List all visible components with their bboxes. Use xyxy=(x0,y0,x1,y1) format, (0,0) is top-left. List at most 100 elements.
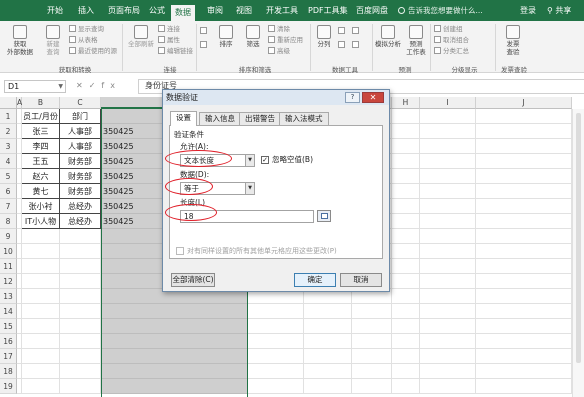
grid-cell[interactable] xyxy=(392,274,420,289)
forecast-sheet-button[interactable]: 预测 工作表 xyxy=(404,25,428,56)
grid-cell[interactable] xyxy=(392,304,420,319)
grid-cell[interactable] xyxy=(101,334,248,349)
grid-cell[interactable] xyxy=(101,304,248,319)
department-cell[interactable]: 总经办 xyxy=(60,214,101,229)
grid-cell[interactable] xyxy=(420,349,476,364)
grid-cell[interactable] xyxy=(304,349,352,364)
tab-view[interactable]: 视图 xyxy=(232,4,256,18)
select-all-corner[interactable] xyxy=(0,97,17,109)
grid-cell[interactable] xyxy=(392,289,420,304)
employee-name-cell[interactable]: 王五 xyxy=(22,154,60,169)
tab-ime-mode[interactable]: 输入法模式 xyxy=(279,112,329,125)
grid-cell[interactable] xyxy=(392,349,420,364)
row-header[interactable]: 10 xyxy=(0,244,17,259)
vertical-scrollbar[interactable] xyxy=(572,109,584,397)
data-operator-select[interactable]: 等于 ▼ xyxy=(180,182,255,195)
grid-cell[interactable] xyxy=(420,379,476,394)
show-queries-button[interactable]: 显示查询 xyxy=(69,25,104,34)
grid-cell[interactable] xyxy=(476,274,572,289)
name-box[interactable]: D1 ▼ xyxy=(4,80,66,93)
department-cell[interactable]: 财务部 xyxy=(60,154,101,169)
grid-cell[interactable] xyxy=(22,379,60,394)
grid-cell[interactable] xyxy=(420,154,476,169)
advanced-filter-button[interactable]: 高级 xyxy=(268,47,290,56)
tab-pdf-tools[interactable]: PDF工具集 xyxy=(304,4,352,18)
grid-cell[interactable] xyxy=(420,184,476,199)
grid-cell[interactable] xyxy=(392,199,420,214)
grid-cell[interactable] xyxy=(60,319,101,334)
help-button[interactable]: ? xyxy=(345,92,360,103)
grid-cell[interactable] xyxy=(476,184,572,199)
tab-home[interactable]: 开始 xyxy=(43,4,67,18)
employee-name-cell[interactable]: 李四 xyxy=(22,139,60,154)
grid-cell[interactable] xyxy=(392,334,420,349)
header-cell[interactable]: 员工/月份 xyxy=(22,109,60,124)
grid-cell[interactable] xyxy=(420,319,476,334)
row-header[interactable]: 4 xyxy=(0,154,17,169)
row-header[interactable]: 19 xyxy=(0,379,17,394)
grid-cell[interactable] xyxy=(392,319,420,334)
grid-cell[interactable] xyxy=(22,349,60,364)
grid-cell[interactable] xyxy=(22,259,60,274)
grid-cell[interactable] xyxy=(60,349,101,364)
department-cell[interactable]: 人事部 xyxy=(60,139,101,154)
grid-cell[interactable] xyxy=(476,199,572,214)
edit-links-button[interactable]: 编辑链接 xyxy=(158,47,193,56)
grid-cell[interactable] xyxy=(420,259,476,274)
grid-cell[interactable] xyxy=(476,109,572,124)
consolidate-button[interactable] xyxy=(352,41,361,50)
row-header[interactable]: 18 xyxy=(0,364,17,379)
grid-cell[interactable] xyxy=(60,364,101,379)
row-header[interactable]: 2 xyxy=(0,124,17,139)
grid-cell[interactable] xyxy=(60,304,101,319)
grid-cell[interactable] xyxy=(392,244,420,259)
row-header[interactable]: 7 xyxy=(0,199,17,214)
grid-cell[interactable] xyxy=(352,379,392,394)
grid-cell[interactable] xyxy=(420,229,476,244)
column-header-b[interactable]: B xyxy=(22,97,60,109)
flash-fill-button[interactable] xyxy=(338,27,347,36)
tab-settings[interactable]: 设置 xyxy=(170,111,197,126)
grid-cell[interactable] xyxy=(420,364,476,379)
row-header[interactable]: 1 xyxy=(0,109,17,124)
range-select-button[interactable] xyxy=(317,210,331,222)
grid-cell[interactable] xyxy=(22,289,60,304)
grid-cell[interactable] xyxy=(248,364,304,379)
row-header[interactable]: 9 xyxy=(0,229,17,244)
grid-cell[interactable] xyxy=(476,139,572,154)
grid-cell[interactable] xyxy=(60,229,101,244)
grid-cell[interactable] xyxy=(420,274,476,289)
grid-cell[interactable] xyxy=(476,319,572,334)
grid-cell[interactable] xyxy=(476,304,572,319)
column-header-h[interactable]: H xyxy=(392,97,420,109)
row-header[interactable]: 14 xyxy=(0,304,17,319)
grid-cell[interactable] xyxy=(101,364,248,379)
grid-cell[interactable] xyxy=(420,214,476,229)
grid-cell[interactable] xyxy=(60,244,101,259)
grid-cell[interactable] xyxy=(101,379,248,394)
row-header[interactable]: 8 xyxy=(0,214,17,229)
get-external-data-button[interactable]: 获取 外部数据 xyxy=(5,25,35,56)
grid-cell[interactable] xyxy=(420,304,476,319)
employee-name-cell[interactable]: IT小人物 xyxy=(22,214,60,229)
group-rows-button[interactable]: 创建组 xyxy=(434,25,463,34)
grid-cell[interactable] xyxy=(22,319,60,334)
grid-cell[interactable] xyxy=(352,349,392,364)
grid-cell[interactable] xyxy=(22,304,60,319)
grid-cell[interactable] xyxy=(22,364,60,379)
login-link[interactable]: 登录 xyxy=(520,5,536,17)
remove-duplicates-button[interactable] xyxy=(338,41,347,50)
clear-all-button[interactable]: 全部清除(C) xyxy=(171,273,215,287)
fx-icon[interactable]: fx xyxy=(101,81,121,90)
grid-cell[interactable] xyxy=(304,379,352,394)
employee-name-cell[interactable]: 黄七 xyxy=(22,184,60,199)
grid-cell[interactable] xyxy=(392,139,420,154)
tab-data[interactable]: 数据 xyxy=(171,5,195,21)
tab-page-layout[interactable]: 页面布局 xyxy=(104,4,144,18)
reapply-button[interactable]: 重新应用 xyxy=(268,36,303,45)
enter-icon[interactable]: ✓ xyxy=(89,81,102,90)
grid-cell[interactable] xyxy=(420,289,476,304)
tab-baidu-netdisk[interactable]: 百度网盘 xyxy=(352,4,392,18)
grid-cell[interactable] xyxy=(248,379,304,394)
sort-az-button[interactable] xyxy=(200,27,209,36)
